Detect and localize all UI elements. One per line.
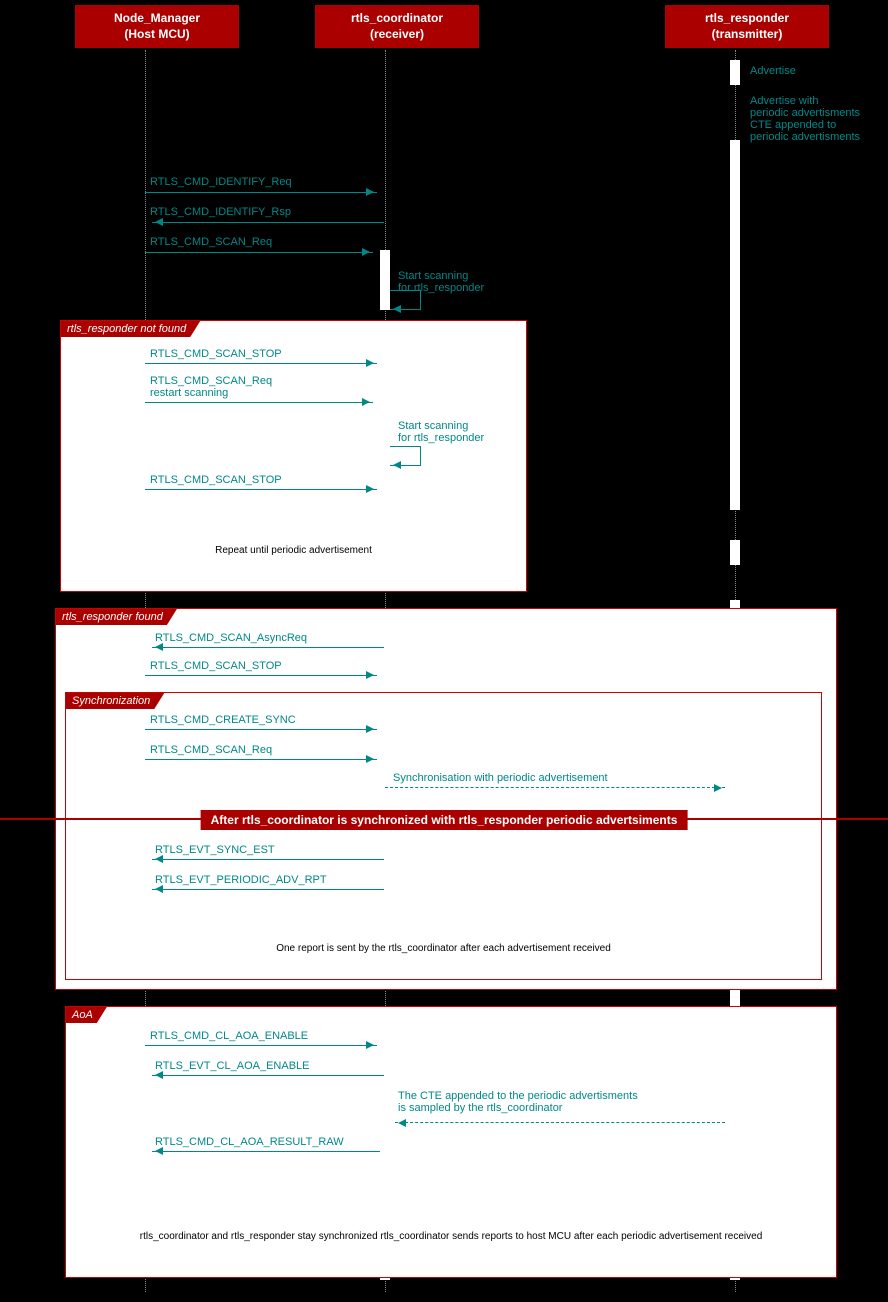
group-sync: Synchronization One report is sent by th…	[65, 692, 822, 980]
self-message	[390, 290, 421, 310]
group-label: rtls_responder not found	[61, 321, 200, 337]
activation-bar	[730, 60, 740, 85]
message-label: The CTE appended to the periodic adverti…	[398, 1090, 638, 1114]
message-label: RTLS_CMD_CL_AOA_ENABLE	[150, 1030, 308, 1042]
group-not-found: rtls_responder not found Repeat until pe…	[60, 320, 527, 592]
message-arrow	[152, 222, 384, 223]
message-label: RTLS_CMD_SCAN_Req restart scanning	[150, 375, 272, 399]
group-note: rtls_coordinator and rtls_responder stay…	[66, 1231, 836, 1242]
message-label: RTLS_CMD_IDENTIFY_Rsp	[150, 206, 291, 218]
participant-title: rtls_responder	[705, 11, 789, 25]
message-label: RTLS_CMD_CREATE_SYNC	[150, 714, 296, 726]
message-arrow	[145, 675, 377, 676]
self-message	[390, 446, 421, 466]
message-arrow	[145, 363, 377, 364]
message-arrow	[145, 252, 373, 253]
participant-title: rtls_coordinator	[351, 11, 443, 25]
group-label: rtls_responder found	[56, 609, 177, 625]
message-label: RTLS_CMD_SCAN_STOP	[150, 660, 282, 672]
message-label: Synchronisation with periodic advertisem…	[393, 772, 608, 784]
message-arrow	[152, 889, 384, 890]
participant-title: Node_Manager	[114, 11, 200, 25]
participant-node-manager: Node_Manager (Host MCU)	[75, 5, 239, 48]
message-arrow	[385, 787, 725, 789]
message-label: RTLS_CMD_SCAN_AsyncReq	[155, 632, 307, 644]
responder-state-label: Advertise with periodic advertisments CT…	[750, 95, 860, 143]
message-arrow	[152, 647, 384, 648]
message-arrow	[152, 859, 384, 860]
activation-bar	[380, 250, 390, 310]
message-label: RTLS_EVT_SYNC_EST	[155, 844, 275, 856]
participant-subtitle: (transmitter)	[712, 27, 783, 41]
participant-coordinator: rtls_coordinator (receiver)	[315, 5, 479, 48]
group-label: Synchronization	[66, 693, 164, 709]
message-label: RTLS_EVT_PERIODIC_ADV_RPT	[155, 874, 327, 886]
message-label: RTLS_CMD_SCAN_STOP	[150, 474, 282, 486]
message-arrow	[152, 1075, 384, 1076]
message-label: RTLS_CMD_IDENTIFY_Req	[150, 176, 292, 188]
activation-bar	[730, 540, 740, 565]
message-arrow	[145, 489, 377, 490]
divider-label: After rtls_coordinator is synchronized w…	[201, 810, 688, 830]
message-label: RTLS_EVT_CL_AOA_ENABLE	[155, 1060, 309, 1072]
message-arrow	[145, 402, 373, 403]
participant-subtitle: (receiver)	[370, 27, 424, 41]
message-label: RTLS_CMD_SCAN_Req	[150, 744, 272, 756]
message-label: RTLS_CMD_SCAN_Req	[150, 236, 272, 248]
message-arrow	[395, 1122, 725, 1124]
activation-bar	[730, 140, 740, 510]
message-arrow	[145, 729, 377, 730]
message-arrow	[145, 759, 377, 760]
participant-subtitle: (Host MCU)	[124, 27, 189, 41]
message-label: RTLS_CMD_SCAN_STOP	[150, 348, 282, 360]
message-arrow	[152, 1151, 380, 1152]
message-arrow	[145, 192, 377, 193]
message-label: RTLS_CMD_CL_AOA_RESULT_RAW	[155, 1136, 344, 1148]
group-note: Repeat until periodic advertisement	[61, 545, 526, 556]
participant-responder: rtls_responder (transmitter)	[665, 5, 829, 48]
responder-state-label: Advertise	[750, 65, 796, 77]
group-note: One report is sent by the rtls_coordinat…	[66, 943, 821, 954]
message-arrow	[145, 1045, 377, 1046]
sequence-diagram: Node_Manager (Host MCU) rtls_coordinator…	[0, 0, 888, 1302]
message-label: Start scanning for rtls_responder	[398, 420, 484, 444]
group-label: AoA	[66, 1007, 107, 1023]
